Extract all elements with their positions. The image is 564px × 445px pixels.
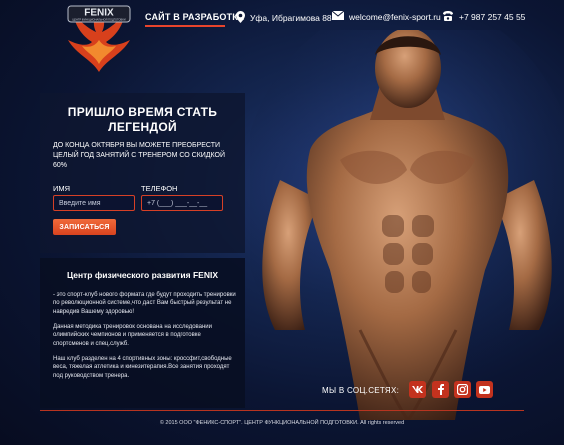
promo-title: ПРИШЛО ВРЕМЯ СТАТЬ ЛЕГЕНДОЙ xyxy=(40,105,245,135)
fenix-logo[interactable]: FENIX ЦЕНТР ФУНКЦИОНАЛЬНОЙ ПОДГОТОВКИ xyxy=(62,2,136,78)
info-title: Центр физического развития FENIX xyxy=(66,270,219,280)
address-text: Уфа, Ибрагимова 88 xyxy=(250,13,332,23)
nav-link-underline xyxy=(145,25,225,27)
email-text[interactable]: welcome@fenix-sport.ru xyxy=(349,12,441,22)
phone-input[interactable] xyxy=(141,195,223,211)
promo-text: ДО КОНЦА ОКТЯБРЯ ВЫ МОЖЕТЕ ПРЕОБРЕСТИ ЦЕ… xyxy=(53,142,226,169)
header-phone[interactable]: +7 987 257 45 55 xyxy=(442,11,525,23)
info-paragraph-1: - это спорт-клуб нового формата где буду… xyxy=(53,292,236,315)
info-paragraph-2: Данная методика тренировок основана на и… xyxy=(53,324,212,347)
info-paragraph-3: Наш клуб разделен на 4 спортивных зоны: … xyxy=(53,356,232,379)
instagram-icon[interactable] xyxy=(454,381,471,398)
phone-label: ТЕЛЕФОН xyxy=(141,184,178,193)
facebook-icon[interactable] xyxy=(432,381,449,398)
youtube-icon[interactable] xyxy=(476,381,493,398)
footer-divider xyxy=(40,410,524,411)
hero-athlete-image xyxy=(250,30,564,420)
nav-link-under-construction[interactable]: САЙТ В РАЗРАБОТКЕ xyxy=(145,12,244,22)
promo-title-line2: ЛЕГЕНДОЙ xyxy=(108,120,177,134)
social-label: МЫ В СОЦ.СЕТЯХ: xyxy=(322,386,400,395)
footer-copyright: © 2015 ООО "ФЕНИКС-СПОРТ". ЦЕНТР ФУНКЦИО… xyxy=(159,420,405,426)
promo-title-line1: ПРИШЛО ВРЕМЯ СТАТЬ xyxy=(67,105,218,119)
vk-icon[interactable] xyxy=(409,381,426,398)
name-label: ИМЯ xyxy=(53,184,71,193)
signup-button[interactable]: ЗАПИСАТЬСЯ xyxy=(53,219,116,235)
svg-text:ЦЕНТР ФУНКЦИОНАЛЬНОЙ ПОДГОТОВК: ЦЕНТР ФУНКЦИОНАЛЬНОЙ ПОДГОТОВКИ xyxy=(72,18,125,22)
name-input[interactable] xyxy=(53,195,135,211)
info-panel: Центр физического развития FENIX - это с… xyxy=(40,258,245,408)
map-pin-icon xyxy=(236,11,245,25)
phone-icon xyxy=(442,11,454,23)
header-email[interactable]: welcome@fenix-sport.ru xyxy=(331,10,441,22)
phone-text[interactable]: +7 987 257 45 55 xyxy=(459,12,525,22)
svg-text:FENIX: FENIX xyxy=(84,8,114,19)
envelope-icon xyxy=(331,10,345,22)
header-address: Уфа, Ибрагимова 88 xyxy=(236,11,332,25)
